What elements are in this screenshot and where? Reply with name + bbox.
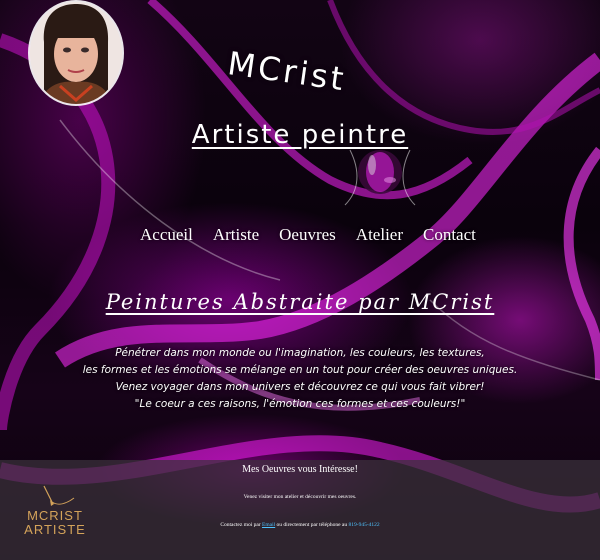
main-nav: Accueil Artiste Oeuvres Atelier Contact (140, 225, 500, 245)
intro-quote: "Le coeur a ces raisons, l'émotion ces f… (134, 398, 466, 410)
contact-middle: ou directement par téléphone au (276, 522, 348, 528)
intro-text: Pénétrer dans mon monde ou l'imagination… (0, 345, 600, 413)
footer-title: Mes Oeuvres vous Intéresse! (242, 464, 358, 475)
footer-contact: Contactez moi par Email ou directement p… (0, 522, 600, 528)
contact-prefix: Contactez moi par (220, 522, 261, 528)
artist-portrait (30, 2, 122, 104)
email-link[interactable]: Email (262, 522, 275, 528)
page-headline: Peintures Abstraite par MCrist (105, 290, 495, 314)
intro-line: Pénétrer dans mon monde ou l'imagination… (115, 347, 485, 359)
phone-number[interactable]: 819-945-4122 (348, 522, 379, 528)
nav-item-accueil[interactable]: Accueil (140, 225, 193, 245)
footer-logo: MCRIST ARTISTE (24, 484, 86, 540)
nav-item-oeuvres[interactable]: Oeuvres (279, 225, 336, 245)
intro-line: les formes et les émotions se mélange en… (82, 364, 518, 376)
intro-line: Venez voyager dans mon univers et découv… (115, 381, 485, 393)
footer: MCRIST ARTISTE Mes Oeuvres vous Intéress… (0, 460, 600, 560)
nav-item-atelier[interactable]: Atelier (356, 225, 403, 245)
nav-item-contact[interactable]: Contact (423, 225, 476, 245)
nav-item-artiste[interactable]: Artiste (213, 225, 259, 245)
footer-text: Venez visiter mon atelier et découvrir m… (243, 494, 357, 500)
site-subtitle: Artiste peintre (191, 120, 409, 150)
logo-text-line1: MCRIST (27, 508, 83, 523)
